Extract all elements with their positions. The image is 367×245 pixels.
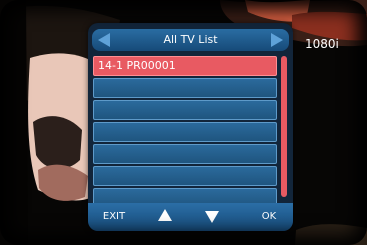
triangle-down-icon[interactable] (205, 211, 219, 223)
channel-row[interactable]: 14-1 PR00001 (93, 56, 277, 76)
panel-title: All TV List (163, 33, 218, 46)
channel-row[interactable] (93, 100, 277, 120)
channel-list-panel: All TV List 14-1 PR00001 EXIT OK (88, 23, 293, 231)
title-bar: All TV List (92, 29, 289, 51)
channel-row[interactable] (93, 144, 277, 164)
exit-button[interactable]: EXIT (98, 208, 130, 226)
channel-list: 14-1 PR00001 (93, 56, 277, 208)
resolution-indicator: 1080i (305, 37, 339, 51)
ok-button[interactable]: OK (257, 208, 281, 226)
channel-row[interactable] (93, 166, 277, 186)
scrollbar-thumb[interactable] (281, 56, 287, 197)
arrow-right-icon[interactable] (271, 33, 283, 47)
channel-row[interactable] (93, 122, 277, 142)
scrollbar-track[interactable] (281, 56, 287, 197)
channel-row[interactable] (93, 78, 277, 98)
triangle-up-icon[interactable] (158, 209, 172, 221)
bottom-navigation-bar: EXIT OK (88, 203, 293, 231)
